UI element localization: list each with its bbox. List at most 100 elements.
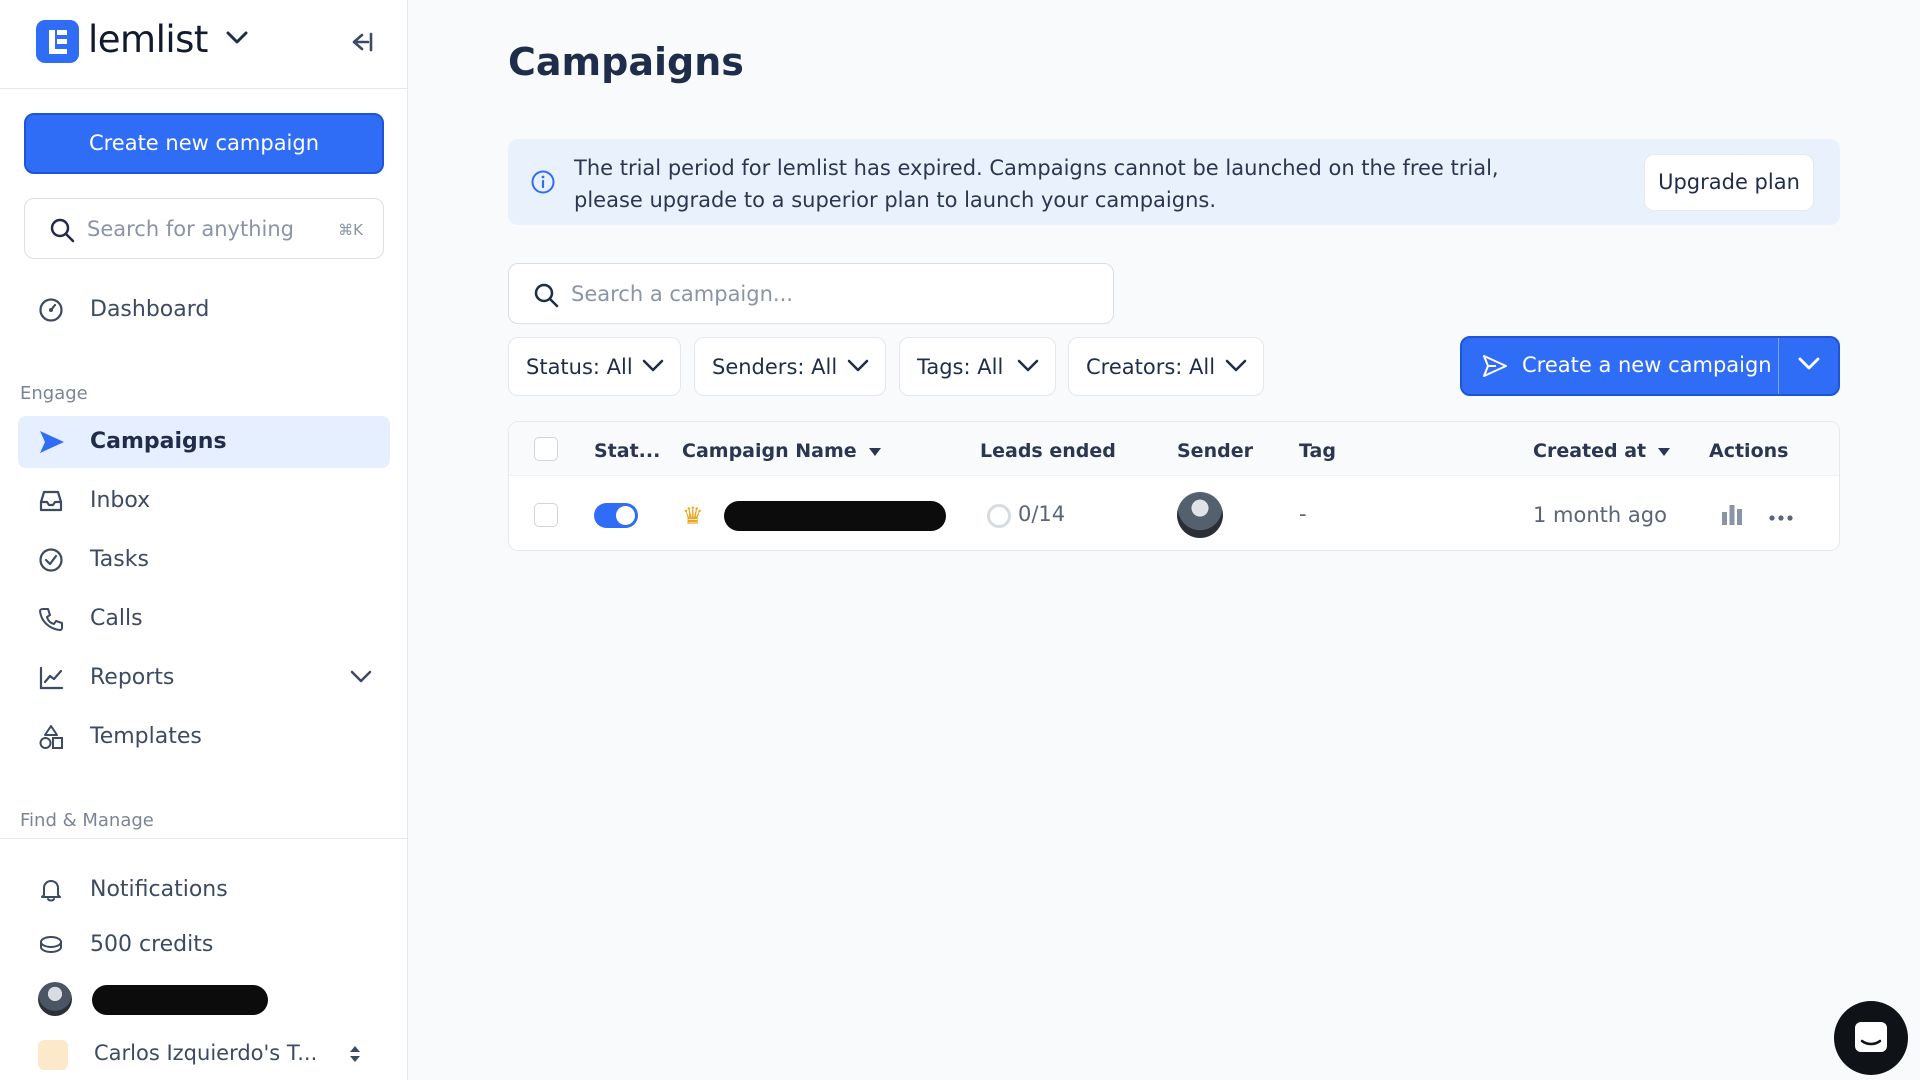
sort-desc-icon: [868, 447, 881, 456]
info-icon: [530, 169, 556, 199]
team-switcher[interactable]: Carlos Izquierdo's T...: [38, 1038, 368, 1074]
send-icon: [38, 429, 66, 459]
sidebar-item-label: 500 credits: [90, 932, 214, 957]
filter-label: Creators: All: [1086, 355, 1216, 379]
sidebar-item-reports[interactable]: Reports: [18, 652, 390, 704]
status-toggle[interactable]: [594, 503, 638, 528]
sidebar-item-label: Dashboard: [90, 297, 210, 322]
create-campaign-button[interactable]: Create new campaign: [24, 113, 384, 174]
filter-label: Tags: All: [917, 355, 1004, 379]
sidebar-item-calls[interactable]: Calls: [18, 593, 390, 645]
header-label: Campaign Name: [682, 440, 857, 462]
sidebar-item-templates[interactable]: Templates: [18, 711, 390, 763]
header-label: Created at: [1533, 440, 1647, 462]
brand-name[interactable]: lemlist: [88, 18, 208, 61]
filter-label: Status: All: [526, 355, 633, 379]
sidebar-item-dashboard[interactable]: Dashboard: [18, 284, 390, 336]
divider: [1778, 338, 1779, 394]
redacted-user-name: [92, 985, 268, 1015]
column-header-status[interactable]: Stat...: [594, 440, 660, 462]
tag-value: -: [1299, 502, 1307, 526]
more-options-icon[interactable]: [1769, 507, 1793, 526]
divider: [0, 838, 408, 839]
sidebar-item-label: Campaigns: [90, 429, 227, 454]
upgrade-plan-button[interactable]: Upgrade plan: [1644, 154, 1814, 211]
global-search-input[interactable]: Search for anything ⌘K: [24, 198, 384, 259]
brand-bar: lemlist: [0, 0, 408, 89]
sidebar-item-label: Notifications: [90, 877, 228, 902]
creators-filter[interactable]: Creators: All: [1068, 337, 1264, 396]
column-header-leads-ended: Leads ended: [980, 440, 1116, 462]
section-label-find-manage: Find & Manage: [20, 810, 154, 831]
search-icon: [49, 217, 75, 247]
tags-filter[interactable]: Tags: All: [899, 337, 1056, 396]
toggle-knob: [616, 506, 635, 525]
filter-label: Senders: All: [712, 355, 838, 379]
inbox-icon: [38, 488, 64, 518]
sort-desc-icon: [1658, 447, 1671, 456]
chat-icon: [1855, 1022, 1887, 1052]
chevron-down-icon[interactable]: [350, 669, 372, 688]
section-label-engage: Engage: [20, 383, 88, 404]
created-at-value: 1 month ago: [1533, 503, 1667, 527]
banner-message: The trial period for lemlist has expired…: [574, 156, 1499, 212]
coins-icon: [38, 932, 64, 962]
chat-support-button[interactable]: [1834, 1001, 1908, 1075]
column-header-actions: Actions: [1709, 440, 1789, 462]
campaigns-table: Stat... Campaign Name Leads ended Sender…: [508, 421, 1840, 551]
create-new-campaign-button[interactable]: Create a new campaign: [1460, 336, 1840, 396]
search-icon: [533, 282, 559, 312]
chevron-down-icon[interactable]: [1798, 356, 1820, 375]
campaign-search-input[interactable]: Search a campaign...: [508, 263, 1114, 324]
select-all-checkbox[interactable]: [534, 437, 558, 461]
column-header-created-at[interactable]: Created at: [1533, 440, 1671, 462]
dashboard-icon: [38, 297, 64, 327]
team-name: Carlos Izquierdo's T...: [94, 1041, 318, 1065]
trial-expired-banner: The trial period for lemlist has expired…: [508, 139, 1840, 225]
phone-icon: [38, 606, 64, 636]
chevron-up-down-icon: [348, 1044, 362, 1068]
sidebar-item-label: Tasks: [90, 547, 149, 572]
sidebar-item-label: Calls: [90, 606, 143, 631]
building-icon: [38, 1040, 68, 1070]
chart-line-icon: [38, 665, 64, 695]
page-title: Campaigns: [508, 40, 744, 84]
chevron-down-icon[interactable]: [226, 30, 248, 49]
sidebar-item-label: Reports: [90, 665, 175, 690]
progress-ring-icon: [987, 504, 1011, 528]
collapse-sidebar-icon[interactable]: [348, 28, 374, 60]
search-shortcut: ⌘K: [338, 221, 363, 239]
check-circle-icon: [38, 547, 64, 577]
status-filter[interactable]: Status: All: [508, 337, 681, 396]
column-header-sender: Sender: [1177, 440, 1253, 462]
chevron-down-icon: [1225, 358, 1247, 377]
shapes-icon: [38, 724, 64, 754]
bar-chart-icon[interactable]: [1721, 502, 1743, 530]
button-label: Create a new campaign: [1522, 353, 1772, 377]
chevron-down-icon: [847, 358, 869, 377]
column-header-campaign-name[interactable]: Campaign Name: [682, 440, 881, 462]
row-checkbox[interactable]: [534, 503, 558, 527]
crown-icon: ♛: [682, 502, 704, 530]
sidebar: lemlist Create new campaign Search for a…: [0, 0, 408, 1080]
search-placeholder: Search for anything: [87, 217, 294, 241]
campaign-search-placeholder: Search a campaign...: [571, 282, 793, 306]
sidebar-item-label: Inbox: [90, 488, 151, 513]
sidebar-item-tasks[interactable]: Tasks: [18, 534, 390, 586]
chevron-down-icon: [642, 358, 664, 377]
senders-filter[interactable]: Senders: All: [694, 337, 886, 396]
table-header: Stat... Campaign Name Leads ended Sender…: [509, 422, 1839, 476]
send-icon: [1482, 354, 1508, 382]
chevron-down-icon: [1017, 358, 1039, 377]
sidebar-item-inbox[interactable]: Inbox: [18, 475, 390, 527]
sender-avatar: [1177, 492, 1223, 538]
sidebar-item-label: Templates: [90, 724, 202, 749]
redacted-campaign-name[interactable]: [724, 501, 946, 531]
lemlist-logo[interactable]: [36, 20, 79, 63]
user-avatar[interactable]: [38, 982, 72, 1016]
sidebar-item-notifications[interactable]: Notifications: [18, 864, 390, 916]
sidebar-item-credits[interactable]: 500 credits: [18, 919, 390, 971]
column-header-tag: Tag: [1299, 440, 1336, 462]
sidebar-item-campaigns[interactable]: Campaigns: [18, 416, 390, 468]
bell-icon: [38, 877, 64, 907]
